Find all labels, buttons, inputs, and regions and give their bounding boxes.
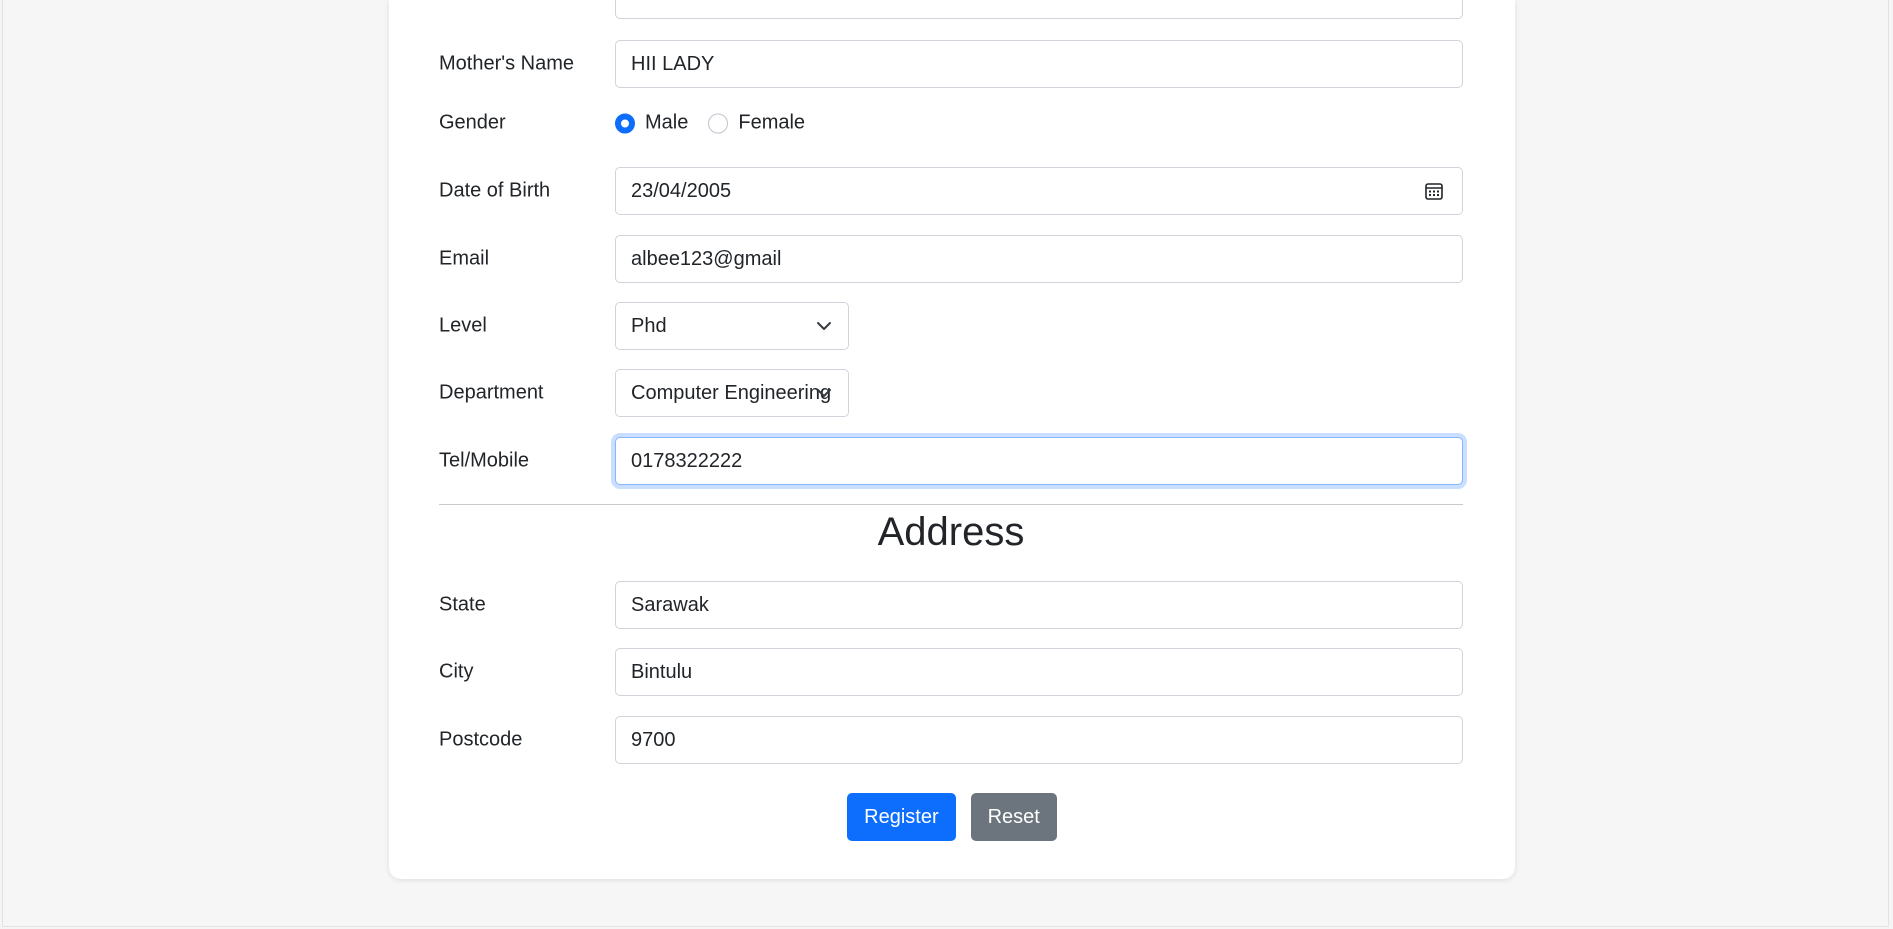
city-input[interactable]: Bintulu: [615, 648, 1463, 696]
form-actions: Register Reset: [389, 793, 1515, 841]
gender-radio-group: Male Female: [615, 112, 825, 135]
level-select[interactable]: Phd: [615, 302, 849, 350]
gender-male-radio[interactable]: [615, 113, 635, 133]
registration-form-card: Mother's Name HII LADY Gender Male Femal…: [389, 0, 1515, 879]
address-section-title: Address: [877, 510, 1025, 554]
postcode-input[interactable]: 9700: [615, 716, 1463, 764]
gender-row: Gender Male Female: [439, 99, 1463, 147]
email-label: Email: [439, 247, 490, 270]
dob-row: Date of Birth 23/04/2005: [439, 167, 1463, 215]
mother-name-label: Mother's Name: [439, 52, 574, 75]
department-label: Department: [439, 381, 544, 404]
email-row: Email albee123@gmail: [439, 235, 1463, 283]
postcode-row: Postcode 9700: [439, 716, 1463, 764]
department-selected-value: Computer Engineering: [631, 381, 832, 404]
mother-name-value: HII LADY: [631, 52, 715, 75]
level-row: Level Phd: [439, 302, 1463, 350]
email-input[interactable]: albee123@gmail: [615, 235, 1463, 283]
gender-female-radio[interactable]: [708, 113, 729, 133]
city-row: City Bintulu: [439, 648, 1463, 696]
dob-label: Date of Birth: [439, 179, 551, 202]
page-background: Mother's Name HII LADY Gender Male Femal…: [2, 0, 1889, 927]
state-row: State Sarawak: [439, 581, 1463, 629]
department-select[interactable]: Computer Engineering: [615, 369, 849, 417]
gender-female-label[interactable]: Female: [738, 112, 805, 135]
gender-male-label[interactable]: Male: [645, 112, 688, 135]
state-value: Sarawak: [631, 593, 709, 616]
department-row: Department Computer Engineering: [439, 369, 1463, 417]
chevron-down-icon: [817, 322, 831, 330]
email-value: albee123@gmail: [631, 247, 782, 270]
phone-label: Tel/Mobile: [439, 449, 530, 472]
reset-button[interactable]: Reset: [970, 793, 1057, 841]
section-divider: [439, 504, 1463, 505]
mother-name-input[interactable]: HII LADY: [615, 40, 1463, 88]
postcode-label: Postcode: [439, 728, 523, 751]
mother-name-row: Mother's Name HII LADY: [439, 40, 1463, 88]
level-label: Level: [439, 314, 487, 337]
phone-input[interactable]: 0178322222: [615, 437, 1463, 485]
previous-field-input[interactable]: [615, 0, 1463, 19]
calendar-icon[interactable]: [1424, 181, 1444, 201]
gender-label: Gender: [439, 111, 506, 134]
city-value: Bintulu: [631, 660, 693, 683]
city-label: City: [439, 660, 474, 683]
register-button[interactable]: Register: [847, 793, 956, 841]
phone-row: Tel/Mobile 0178322222: [439, 437, 1463, 485]
state-input[interactable]: Sarawak: [615, 581, 1463, 629]
state-label: State: [439, 593, 486, 616]
phone-value: 0178322222: [631, 449, 743, 472]
dob-value: 23/04/2005: [631, 179, 732, 202]
dob-input[interactable]: 23/04/2005: [615, 167, 1463, 215]
level-selected-value: Phd: [631, 314, 667, 337]
chevron-down-icon: [817, 389, 831, 397]
postcode-value: 9700: [631, 728, 676, 751]
